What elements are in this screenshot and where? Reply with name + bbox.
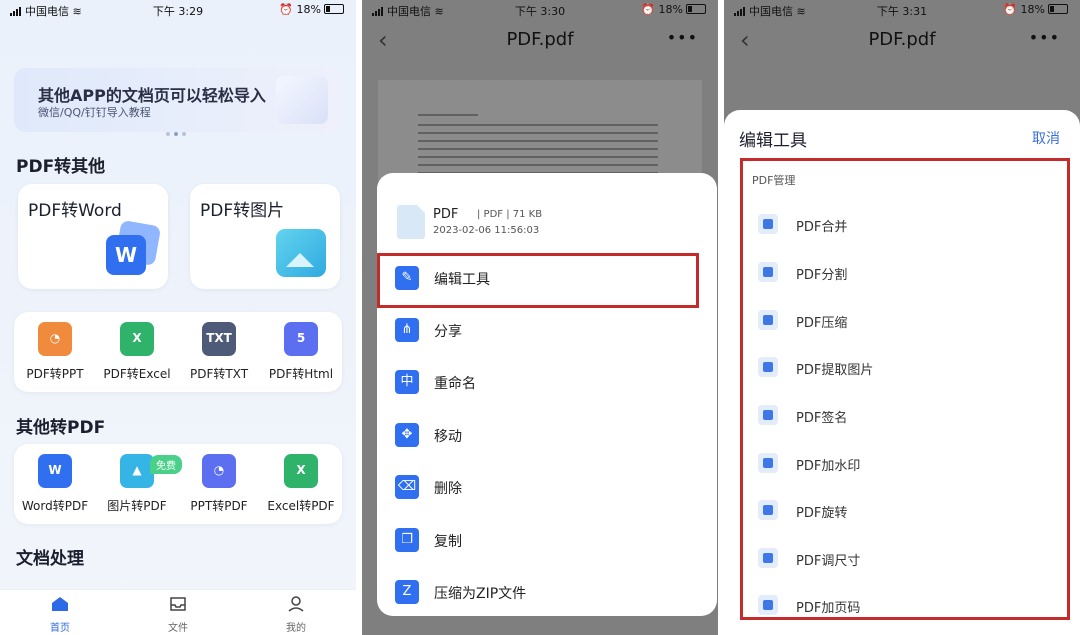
- page-title: PDF.pdf: [506, 29, 574, 50]
- home-icon: [52, 597, 68, 611]
- tool-label: 图片转PDF: [107, 499, 167, 513]
- free-badge: 免费: [150, 455, 182, 474]
- excel-icon: X: [284, 454, 318, 488]
- alarm-icon: ⏰: [641, 3, 656, 16]
- tool-label: PDF转Excel: [103, 367, 171, 381]
- copy-icon: ❐: [395, 528, 419, 552]
- tab-label: 我的: [286, 623, 306, 634]
- action-copy[interactable]: ❐ 复制: [392, 518, 702, 562]
- more-icon[interactable]: •••: [1029, 28, 1060, 47]
- tool-label: PPT转PDF: [190, 499, 248, 513]
- import-illustration-icon: [276, 76, 328, 124]
- action-share[interactable]: ⋔ 分享: [392, 308, 702, 352]
- highlight-box: [377, 253, 699, 308]
- pdf-convert-tools: ◔ PDF转PPT X PDF转Excel TXT PDF转TXT 5 PDF转…: [14, 312, 342, 392]
- pdf-to-txt-tool[interactable]: TXT PDF转TXT: [178, 322, 260, 382]
- word-icon: W: [38, 454, 72, 488]
- excel-icon: X: [120, 322, 154, 356]
- action-rename[interactable]: 中 重命名: [392, 360, 702, 404]
- status-bar: 中国电信 ≋ 下午 3:31 ⏰ 18%: [724, 0, 1080, 20]
- html5-icon: 5: [284, 322, 318, 356]
- banner-title: 其他APP的文档页可以轻松导入: [38, 86, 266, 105]
- share-icon: ⋔: [395, 318, 419, 342]
- file-date: 2023-02-06 11:56:03: [433, 225, 540, 236]
- file-options-screen: 中国电信 ≋ 下午 3:30 ⏰ 18% ‹ PDF.pdf ••• PDF |…: [362, 0, 718, 635]
- inbox-icon: [170, 597, 186, 611]
- section-title-other-to-pdf: 其他转PDF: [16, 418, 106, 438]
- tab-home[interactable]: 首页: [30, 596, 90, 634]
- pdf-to-excel-tool[interactable]: X PDF转Excel: [96, 322, 178, 382]
- home-screen: 中国电信 ≋ 下午 3:29 ⏰ 18% 其他APP的文档页可以轻松导入 微信/…: [0, 0, 356, 635]
- file-actions-sheet: PDF | PDF | 71 KB 2023-02-06 11:56:03 ✎ …: [377, 173, 717, 616]
- action-label: 压缩为ZIP文件: [434, 586, 527, 602]
- image-icon: [276, 229, 326, 277]
- zip-icon: Z: [395, 580, 419, 604]
- file-name: PDF: [433, 207, 459, 222]
- action-label: 复制: [434, 534, 462, 550]
- ppt-to-pdf-tool[interactable]: ◔ PPT转PDF: [178, 454, 260, 514]
- status-bar: 中国电信 ≋ 下午 3:29 ⏰ 18%: [0, 0, 356, 20]
- alarm-icon: ⏰: [279, 3, 294, 16]
- battery-icon: [1048, 4, 1068, 14]
- txt-icon: TXT: [202, 322, 236, 356]
- pdf-to-word-label: PDF转Word: [28, 201, 122, 221]
- status-bar: 中国电信 ≋ 下午 3:30 ⏰ 18%: [362, 0, 718, 20]
- tool-label: Word转PDF: [21, 499, 89, 513]
- nav-bar: ‹ PDF.pdf •••: [724, 20, 1080, 64]
- word-to-pdf-tool[interactable]: W Word转PDF: [14, 454, 96, 514]
- move-icon: ✥: [395, 423, 419, 447]
- bottom-tab-bar: 首页 文件 我的: [0, 589, 356, 635]
- ppt-icon: ◔: [38, 322, 72, 356]
- battery-label: 18%: [1020, 3, 1045, 16]
- tool-label: Excel转PDF: [267, 499, 335, 513]
- cancel-button[interactable]: 取消: [1032, 128, 1060, 148]
- pdf-to-ppt-tool[interactable]: ◔ PDF转PPT: [14, 322, 96, 382]
- action-delete[interactable]: ⌫ 删除: [392, 465, 702, 509]
- banner-pager-dots: [166, 121, 190, 140]
- delete-icon: ⌫: [395, 475, 419, 499]
- battery-icon: [324, 4, 344, 14]
- word-icon: W: [106, 219, 162, 275]
- tab-label: 文件: [168, 623, 188, 634]
- rename-icon: 中: [395, 370, 419, 394]
- battery-icon: [686, 4, 706, 14]
- tab-me[interactable]: 我的: [266, 596, 326, 634]
- more-icon[interactable]: •••: [667, 28, 698, 47]
- alarm-icon: ⏰: [1003, 3, 1018, 16]
- action-move[interactable]: ✥ 移动: [392, 413, 702, 457]
- action-zip[interactable]: Z 压缩为ZIP文件: [392, 570, 702, 614]
- user-icon: [288, 596, 304, 612]
- nav-bar: ‹ PDF.pdf •••: [362, 20, 718, 64]
- pdf-to-word-card[interactable]: PDF转Word W: [18, 184, 168, 289]
- ppt-icon: ◔: [202, 454, 236, 488]
- tool-label: PDF转Html: [268, 367, 334, 381]
- pdf-to-image-label: PDF转图片: [200, 201, 285, 221]
- page-title: PDF.pdf: [868, 29, 936, 50]
- battery-label: 18%: [658, 3, 683, 16]
- tool-label: PDF转PPT: [26, 367, 84, 381]
- image-icon: ▲: [120, 454, 154, 488]
- edit-tools-screen: 中国电信 ≋ 下午 3:31 ⏰ 18% ‹ PDF.pdf ••• 编辑工具 …: [724, 0, 1080, 635]
- tab-files[interactable]: 文件: [148, 596, 208, 634]
- battery-label: 18%: [296, 3, 321, 16]
- action-label: 移动: [434, 429, 462, 445]
- tab-label: 首页: [50, 623, 70, 634]
- section-title-pdf-to-other: PDF转其他: [16, 157, 106, 177]
- sheet-title: 编辑工具: [739, 131, 807, 151]
- action-label: 分享: [434, 324, 462, 340]
- banner-subtitle: 微信/QQ/钉钉导入教程: [38, 106, 151, 119]
- file-meta: | PDF | 71 KB: [477, 209, 543, 220]
- excel-to-pdf-tool[interactable]: X Excel转PDF: [260, 454, 342, 514]
- action-label: 重命名: [434, 376, 476, 392]
- pdf-file-icon: [397, 205, 425, 239]
- pdf-to-html-tool[interactable]: 5 PDF转Html: [260, 322, 342, 382]
- action-label: 删除: [434, 481, 462, 497]
- section-title-doc-processing: 文档处理: [16, 549, 84, 569]
- highlight-box: [740, 158, 1070, 620]
- pdf-to-image-card[interactable]: PDF转图片: [190, 184, 340, 289]
- tool-label: PDF转TXT: [189, 367, 249, 381]
